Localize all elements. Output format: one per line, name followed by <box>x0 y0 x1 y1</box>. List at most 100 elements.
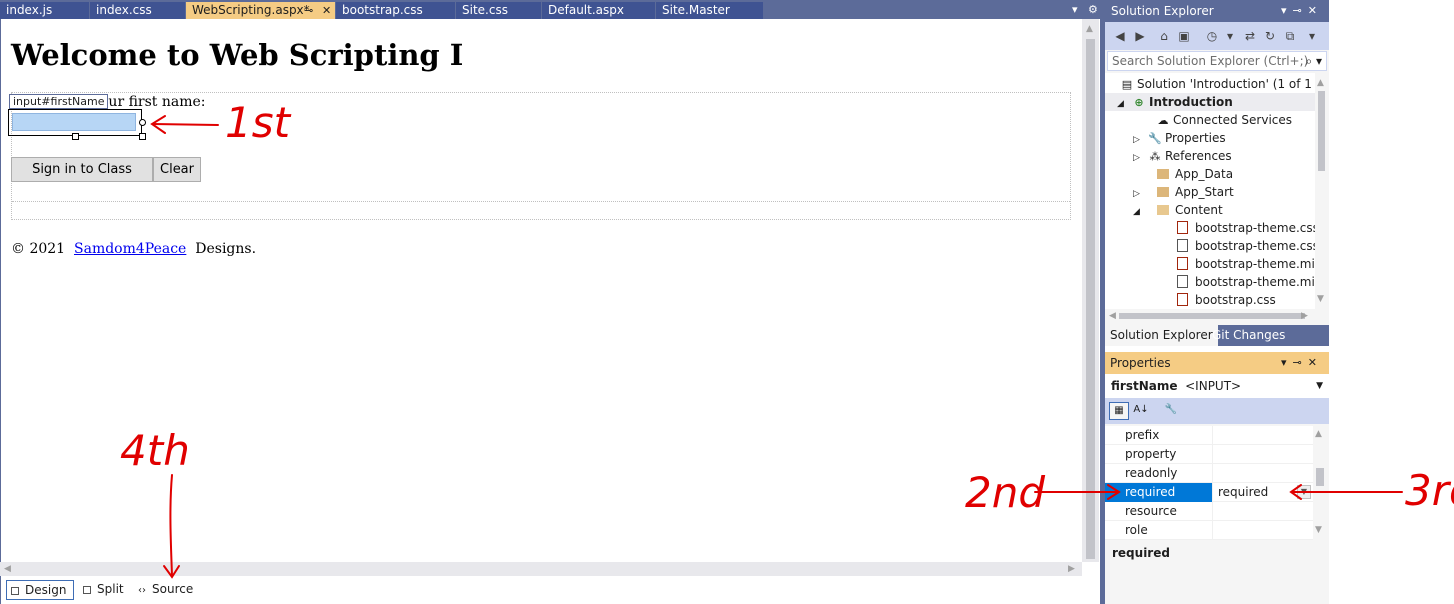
forward-icon[interactable]: ▶ <box>1133 29 1147 43</box>
source-view-label: Source <box>152 582 194 596</box>
design-vertical-scrollbar[interactable]: ▲ <box>1082 19 1099 562</box>
scroll-down-icon[interactable]: ▼ <box>1317 293 1324 305</box>
clear-button[interactable]: Clear <box>153 157 201 182</box>
tree-item-file[interactable]: bootstrap-theme.css.r <box>1177 237 1315 255</box>
tab-bootstrap-css[interactable]: bootstrap.css <box>336 2 456 19</box>
collapse-all-icon[interactable]: ⧉ <box>1283 29 1297 43</box>
tab-webscripting-aspx[interactable]: WebScripting.aspx* ⊸ ✕ <box>186 2 336 19</box>
tree-item-label: App_Start <box>1175 185 1234 199</box>
tree-item-file[interactable]: bootstrap-theme.min. <box>1177 255 1315 273</box>
tree-item-properties[interactable]: ▷ 🔧 Properties <box>1133 129 1226 147</box>
tree-item-label: bootstrap.css <box>1195 293 1276 307</box>
tab-default-aspx[interactable]: Default.aspx <box>542 2 656 19</box>
tab-index-js[interactable]: index.js <box>0 2 90 19</box>
design-horizontal-scrollbar[interactable]: ◀ ▶ <box>0 562 1082 576</box>
scroll-down-icon[interactable]: ▼ <box>1315 524 1322 536</box>
scroll-thumb[interactable] <box>1318 91 1325 171</box>
overflow-icon[interactable]: ▾ <box>1305 29 1319 43</box>
first-name-input[interactable] <box>12 113 136 131</box>
tree-item-label: Connected Services <box>1173 113 1293 127</box>
back-icon[interactable]: ◀ <box>1113 29 1127 43</box>
tree-vertical-scrollbar[interactable]: ▲ ▼ <box>1315 73 1327 309</box>
tab-site-master[interactable]: Site.Master <box>656 2 764 19</box>
property-row[interactable]: property <box>1105 445 1313 464</box>
property-row[interactable]: resource <box>1105 502 1313 521</box>
tree-item-app-data[interactable]: App_Data <box>1157 165 1233 183</box>
design-view-button[interactable]: Design <box>6 580 74 600</box>
tab-overflow-icon[interactable]: ▾ <box>1072 2 1078 17</box>
chevron-down-icon[interactable]: ▼ <box>1316 374 1323 398</box>
sign-in-button[interactable]: Sign in to Class <box>11 157 153 182</box>
scroll-thumb[interactable] <box>1316 468 1324 486</box>
form-sub-block <box>12 201 1070 219</box>
scroll-up-icon[interactable]: ▲ <box>1086 23 1093 35</box>
scroll-left-icon[interactable]: ◀ <box>1109 310 1116 322</box>
tab-site-css[interactable]: Site.css <box>456 2 542 19</box>
scroll-thumb[interactable] <box>1119 313 1305 319</box>
property-value[interactable] <box>1214 426 1313 445</box>
connected-services-icon: ☁ <box>1157 114 1169 127</box>
property-value[interactable] <box>1214 502 1313 521</box>
object-selector[interactable]: firstName <INPUT> ▼ <box>1105 374 1329 398</box>
scroll-right-icon[interactable]: ▶ <box>1068 563 1075 575</box>
tab-index-css[interactable]: index.css <box>90 2 186 19</box>
source-view-icon: ‹› <box>138 585 146 596</box>
resize-handle-bottom[interactable] <box>72 133 79 140</box>
property-row[interactable]: readonly <box>1105 464 1313 483</box>
gear-icon[interactable]: ⚙ <box>1088 2 1098 17</box>
scroll-thumb[interactable] <box>1086 39 1095 559</box>
expand-icon[interactable]: ▷ <box>1133 149 1147 167</box>
tree-item-project[interactable]: ◢ ⊕ Introduction <box>1105 93 1315 111</box>
home-icon[interactable]: ⌂ <box>1157 29 1171 43</box>
resize-handle-right[interactable] <box>139 119 146 126</box>
sync-icon[interactable]: ⇄ <box>1243 29 1257 43</box>
pane-window-buttons[interactable]: ▾⊸✕ <box>1281 0 1323 22</box>
tree-item-connected-services[interactable]: ☁ Connected Services <box>1155 111 1293 129</box>
categorized-icon[interactable]: ▦ <box>1109 402 1129 420</box>
switch-views-icon[interactable]: ▣ <box>1177 29 1191 43</box>
scroll-left-icon[interactable]: ◀ <box>4 563 11 575</box>
property-row[interactable]: prefix <box>1105 426 1313 445</box>
tree-horizontal-scrollbar[interactable]: ◀ ▶ <box>1105 309 1329 323</box>
tab-label: Site.css <box>462 3 508 17</box>
alphabetical-icon[interactable]: A↓ <box>1131 402 1151 420</box>
split-view-button[interactable]: Split <box>79 580 129 600</box>
annotation-4th: 4th <box>120 426 190 475</box>
property-grid: prefix property readonly required require… <box>1105 426 1313 540</box>
property-value[interactable] <box>1214 464 1313 483</box>
solution-search-input[interactable]: Search Solution Explorer (Ctrl+;) ⌕ ▾ <box>1107 51 1327 71</box>
property-row-required[interactable]: required required ▼ <box>1105 483 1313 502</box>
source-view-button[interactable]: ‹› Source <box>134 580 198 600</box>
tab-git-changes[interactable]: Git Changes <box>1207 325 1290 346</box>
pending-changes-filter-icon[interactable]: ◷ <box>1205 29 1219 43</box>
chevron-down-icon[interactable]: ▼ <box>1297 485 1311 499</box>
tree-item-file[interactable]: bootstrap.css <box>1177 291 1276 309</box>
tree-item-content[interactable]: ◢ Content <box>1133 201 1223 219</box>
footer-link[interactable]: Samdom4Peace <box>74 241 186 257</box>
close-icon[interactable]: ✕ <box>322 2 331 19</box>
refresh-icon[interactable]: ↻ <box>1263 29 1277 43</box>
tree-item-file[interactable]: bootstrap-theme.css <box>1177 219 1315 237</box>
scroll-right-icon[interactable]: ▶ <box>1301 310 1308 322</box>
solution-explorer-pane: Solution Explorer ▾⊸✕ ◀ ▶ ⌂ ▣ ◷ ▾ ⇄ ↻ ⧉ … <box>1105 0 1329 325</box>
property-pages-icon[interactable]: 🔧 <box>1161 402 1181 420</box>
pane-window-buttons[interactable]: ▾⊸✕ <box>1281 352 1323 374</box>
tree-item-file[interactable]: bootstrap-theme.min. <box>1177 273 1315 291</box>
tree-item-solution[interactable]: ▤ Solution 'Introduction' (1 of 1 pr <box>1119 75 1315 93</box>
tree-item-references[interactable]: ▷ ⁂ References <box>1133 147 1232 165</box>
tab-solution-explorer[interactable]: Solution Explorer <box>1105 325 1218 346</box>
tree-item-app-start[interactable]: ▷ App_Start <box>1133 183 1234 201</box>
property-value[interactable] <box>1214 445 1313 464</box>
dropdown-icon[interactable]: ▾ <box>1223 29 1237 43</box>
scroll-up-icon[interactable]: ▲ <box>1317 77 1324 89</box>
collapse-icon[interactable]: ◢ <box>1117 95 1131 113</box>
collapse-icon[interactable]: ◢ <box>1133 203 1157 221</box>
pin-icon[interactable]: ⊸ <box>304 2 313 19</box>
property-value[interactable] <box>1214 521 1313 540</box>
editor-tab-strip: index.js index.css WebScripting.aspx* ⊸ ✕ … <box>0 0 1100 19</box>
resize-handle-corner[interactable] <box>139 133 146 140</box>
property-grid-scrollbar[interactable]: ▲ ▼ <box>1313 426 1327 540</box>
property-row[interactable]: role <box>1105 521 1313 540</box>
search-icon[interactable]: ⌕ ▾ <box>1305 52 1322 70</box>
scroll-up-icon[interactable]: ▲ <box>1315 428 1322 440</box>
